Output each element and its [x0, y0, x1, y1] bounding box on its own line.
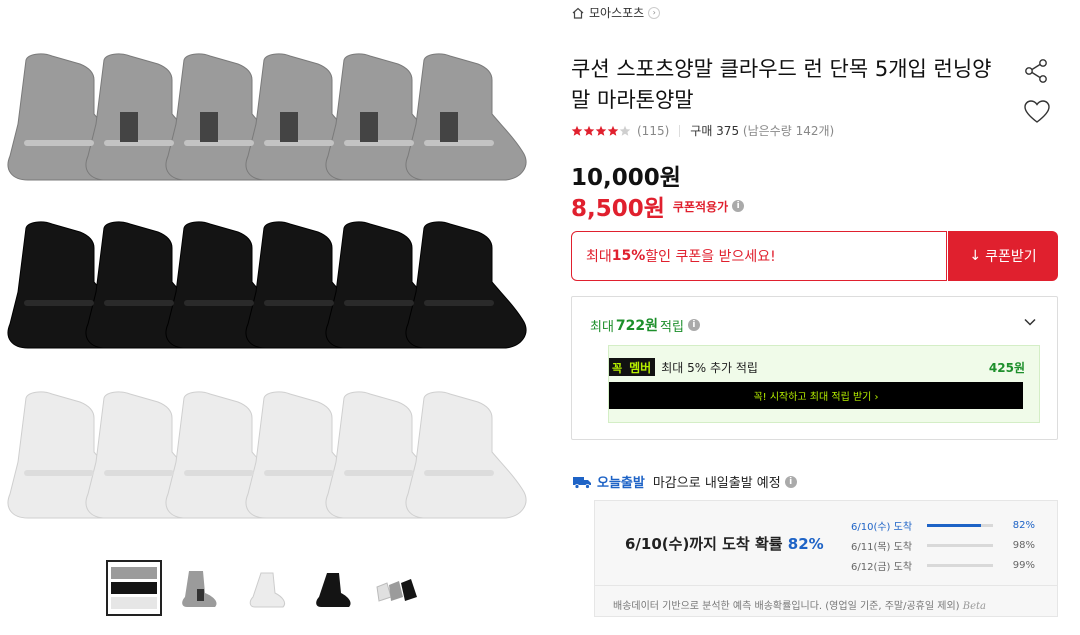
- thumbnail-image: [376, 579, 417, 602]
- coupon-percent: 15%: [611, 248, 646, 264]
- delivery-row: 6/10(수) 도착 82%: [851, 515, 1035, 535]
- beta-label: Beta: [962, 601, 986, 612]
- remaining-quantity: (남은수량 142개): [742, 124, 835, 138]
- coupon-price-label: 쿠폰적용가: [672, 199, 729, 214]
- thumbnail-image: [182, 571, 217, 607]
- heart-icon[interactable]: [1023, 99, 1051, 125]
- coupon-banner: 최대 15% 할인 쿠폰을 받으세요!: [571, 231, 947, 281]
- rating-row: (115) 구매 375 (남은수량 142개): [571, 122, 834, 139]
- truck-icon: [573, 476, 591, 489]
- main-product-image[interactable]: [0, 0, 540, 545]
- badge-k: 꼭: [609, 358, 626, 376]
- delivery-main-text: 6/10(수)까지 도착 확률 82%: [625, 533, 824, 554]
- thumbnail-mixed[interactable]: [370, 560, 426, 616]
- delivery-row: 6/12(금) 도착 99%: [851, 555, 1035, 575]
- coupon-prefix: 최대: [586, 249, 612, 265]
- delivery-row-label: 6/12(금) 도착: [851, 561, 913, 573]
- shipping-description: 마감으로 내일출발 예정: [652, 476, 781, 491]
- delivery-row-label: 6/10(수) 도착: [851, 521, 913, 533]
- product-info-panel: 모아스포츠 › 쿠션 스포츠양말 클라우드 런 단목 5개입 런닝양말 마라톤양…: [571, 0, 1061, 635]
- delivery-row-bar: [927, 563, 993, 567]
- shipping-header: 오늘출발 마감으로 내일출발 예정 i: [571, 472, 797, 491]
- thumbnail-image: [249, 572, 286, 608]
- thumbnail-image: [111, 567, 157, 609]
- download-icon: ↓: [969, 248, 982, 264]
- delivery-main-prefix: 6/10(수)까지 도착 확률: [625, 535, 783, 553]
- sale-price-row: 8,500원 쿠폰적용가 i: [571, 189, 745, 223]
- membership-text: 최대 5% 추가 적립: [661, 360, 758, 375]
- delivery-row-percent: 98%: [1012, 539, 1035, 551]
- divider: [679, 124, 681, 137]
- purchase-text: 구매 375: [690, 124, 740, 138]
- info-icon[interactable]: i: [732, 200, 745, 212]
- star-icon: [619, 125, 631, 136]
- thumbnail-list: [106, 560, 426, 616]
- shop-name: 모아스포츠: [589, 6, 645, 20]
- delivery-row: 6/11(목) 도착 98%: [851, 535, 1035, 555]
- delivery-main-percent: 82%: [787, 535, 824, 553]
- membership-box: 꼭 멤버 최대 5% 추가 적립 425원 꼭! 시작하고 최대 적립 받기 ›: [608, 345, 1040, 423]
- coupon-button-label: 쿠폰받기: [985, 249, 1037, 265]
- share-icon[interactable]: [1023, 58, 1049, 84]
- info-icon[interactable]: i: [687, 319, 700, 331]
- points-prefix: 최대: [590, 319, 614, 335]
- points-suffix: 적립: [660, 319, 684, 335]
- points-panel: 최대 722원 적립 i 꼭 멤버 최대 5% 추가 적립 425원 꼭! 시작…: [571, 296, 1058, 440]
- star-icon: [583, 125, 595, 136]
- product-gallery: [0, 0, 540, 635]
- membership-row: 꼭 멤버 최대 5% 추가 적립 425원: [609, 358, 1039, 376]
- divider: [595, 585, 1057, 586]
- thumbnail-black[interactable]: [304, 560, 360, 616]
- delivery-row-label: 6/11(목) 도착: [851, 541, 913, 553]
- chevron-right-icon: ›: [648, 6, 661, 19]
- coupon-suffix: 할인 쿠폰을 받으세요!: [645, 249, 776, 265]
- membership-cta-button[interactable]: 꼭! 시작하고 최대 적립 받기 ›: [609, 382, 1023, 409]
- product-title: 쿠션 스포츠양말 클라우드 런 단목 5개입 런닝양말 마라톤양말: [571, 57, 992, 112]
- chevron-down-icon[interactable]: [1023, 315, 1037, 329]
- membership-amount: 425원: [988, 360, 1025, 375]
- points-amount: 722원: [615, 318, 659, 334]
- delivery-note: 배송데이터 기반으로 분석한 예측 배송확률입니다. (영업일 기준, 주말/공…: [613, 597, 986, 612]
- thumbnail-gray[interactable]: [172, 560, 228, 616]
- delivery-probability-box: 6/10(수)까지 도착 확률 82% 6/10(수) 도착 82% 6/11(목)…: [594, 500, 1058, 617]
- points-header: 최대 722원 적립 i: [590, 315, 700, 335]
- original-price: 10,000원: [571, 165, 681, 191]
- thumbnail-image: [316, 573, 351, 607]
- review-count[interactable]: (115): [637, 124, 669, 138]
- delivery-row-bar-fill: [927, 523, 982, 527]
- today-shipping-label: 오늘출발: [597, 476, 645, 491]
- delivery-rows: 6/10(수) 도착 82% 6/11(목) 도착 98% 6/12(금) 도착 99%: [851, 515, 1035, 575]
- star-icon: [595, 125, 607, 136]
- get-coupon-button[interactable]: ↓ 쿠폰받기: [948, 231, 1058, 281]
- thumbnail-white[interactable]: [238, 560, 294, 616]
- delivery-row-percent: 82%: [1012, 519, 1035, 531]
- delivery-row-bar: [927, 523, 993, 527]
- star-rating: [571, 125, 631, 137]
- delivery-row-bar: [927, 543, 993, 547]
- star-icon: [607, 125, 619, 136]
- star-icon: [571, 125, 583, 136]
- thumbnail-all-colors[interactable]: [106, 560, 162, 616]
- membership-badge: 꼭 멤버: [609, 358, 656, 376]
- info-icon[interactable]: i: [784, 475, 797, 488]
- purchase-count: 구매 375 (남은수량 142개): [690, 122, 834, 139]
- delivery-row-percent: 99%: [1012, 559, 1035, 571]
- sale-price: 8,500원: [571, 196, 665, 222]
- delivery-note-text: 배송데이터 기반으로 분석한 예측 배송확률입니다. (영업일 기준, 주말/공…: [613, 601, 960, 612]
- badge-member: 멤버: [625, 358, 656, 376]
- home-icon: [572, 7, 584, 19]
- shop-link[interactable]: 모아스포츠 ›: [571, 4, 661, 21]
